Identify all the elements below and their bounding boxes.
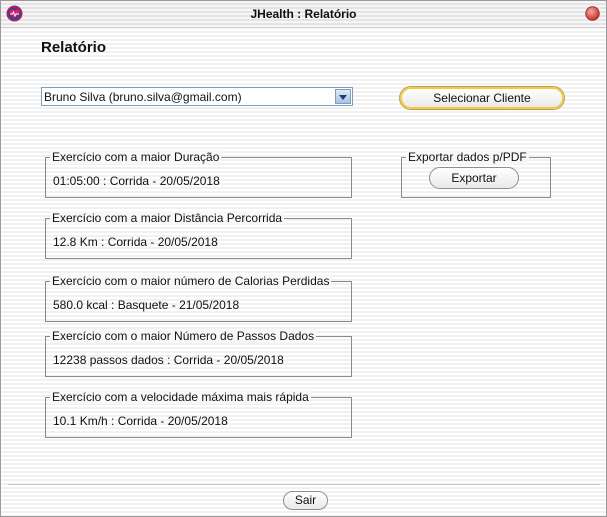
title-bar[interactable]: JHealth : Relatório: [1, 1, 606, 28]
client-dropdown[interactable]: Bruno Silva (bruno.silva@gmail.com): [41, 87, 353, 106]
record-longest-distance: Exercício com a maior Distância Percorri…: [45, 211, 352, 259]
record-value: 10.1 Km/h : Corrida - 20/05/2018: [53, 414, 228, 428]
close-icon[interactable]: [585, 6, 600, 21]
record-most-steps: Exercício com o maior Número de Passos D…: [45, 329, 352, 377]
record-title: Exercício com a maior Duração: [50, 150, 222, 164]
record-value: 12238 passos dados : Corrida - 20/05/201…: [53, 353, 284, 367]
page-title: Relatório: [41, 39, 107, 56]
record-title: Exercício com o maior Número de Passos D…: [50, 329, 317, 343]
chevron-down-icon[interactable]: [335, 89, 351, 104]
record-title: Exercício com o maior número de Calorias…: [50, 274, 332, 288]
export-pdf-group-title: Exportar dados p/PDF: [406, 150, 529, 164]
record-most-calories: Exercício com o maior número de Calorias…: [45, 274, 352, 322]
record-value: 01:05:00 : Corrida - 20/05/2018: [53, 174, 220, 188]
footer-divider: [8, 484, 600, 485]
export-pdf-group: Exportar dados p/PDF Exportar: [401, 150, 551, 198]
client-dropdown-value: Bruno Silva (bruno.silva@gmail.com): [44, 90, 242, 104]
report-window: JHealth : Relatório Relatório Bruno Silv…: [0, 0, 607, 517]
select-client-button[interactable]: Selecionar Cliente: [400, 87, 564, 109]
export-button[interactable]: Exportar: [429, 167, 519, 189]
record-value: 580.0 kcal : Basquete - 21/05/2018: [53, 298, 240, 312]
record-longest-duration: Exercício com a maior Duração 01:05:00 :…: [45, 150, 352, 198]
record-value: 12.8 Km : Corrida - 20/05/2018: [53, 235, 218, 249]
record-fastest-speed: Exercício com a velocidade máxima mais r…: [45, 390, 352, 438]
record-title: Exercício com a velocidade máxima mais r…: [50, 390, 311, 404]
window-title: JHealth : Relatório: [250, 7, 357, 21]
exit-button[interactable]: Sair: [283, 491, 328, 510]
record-title: Exercício com a maior Distância Percorri…: [50, 211, 285, 225]
